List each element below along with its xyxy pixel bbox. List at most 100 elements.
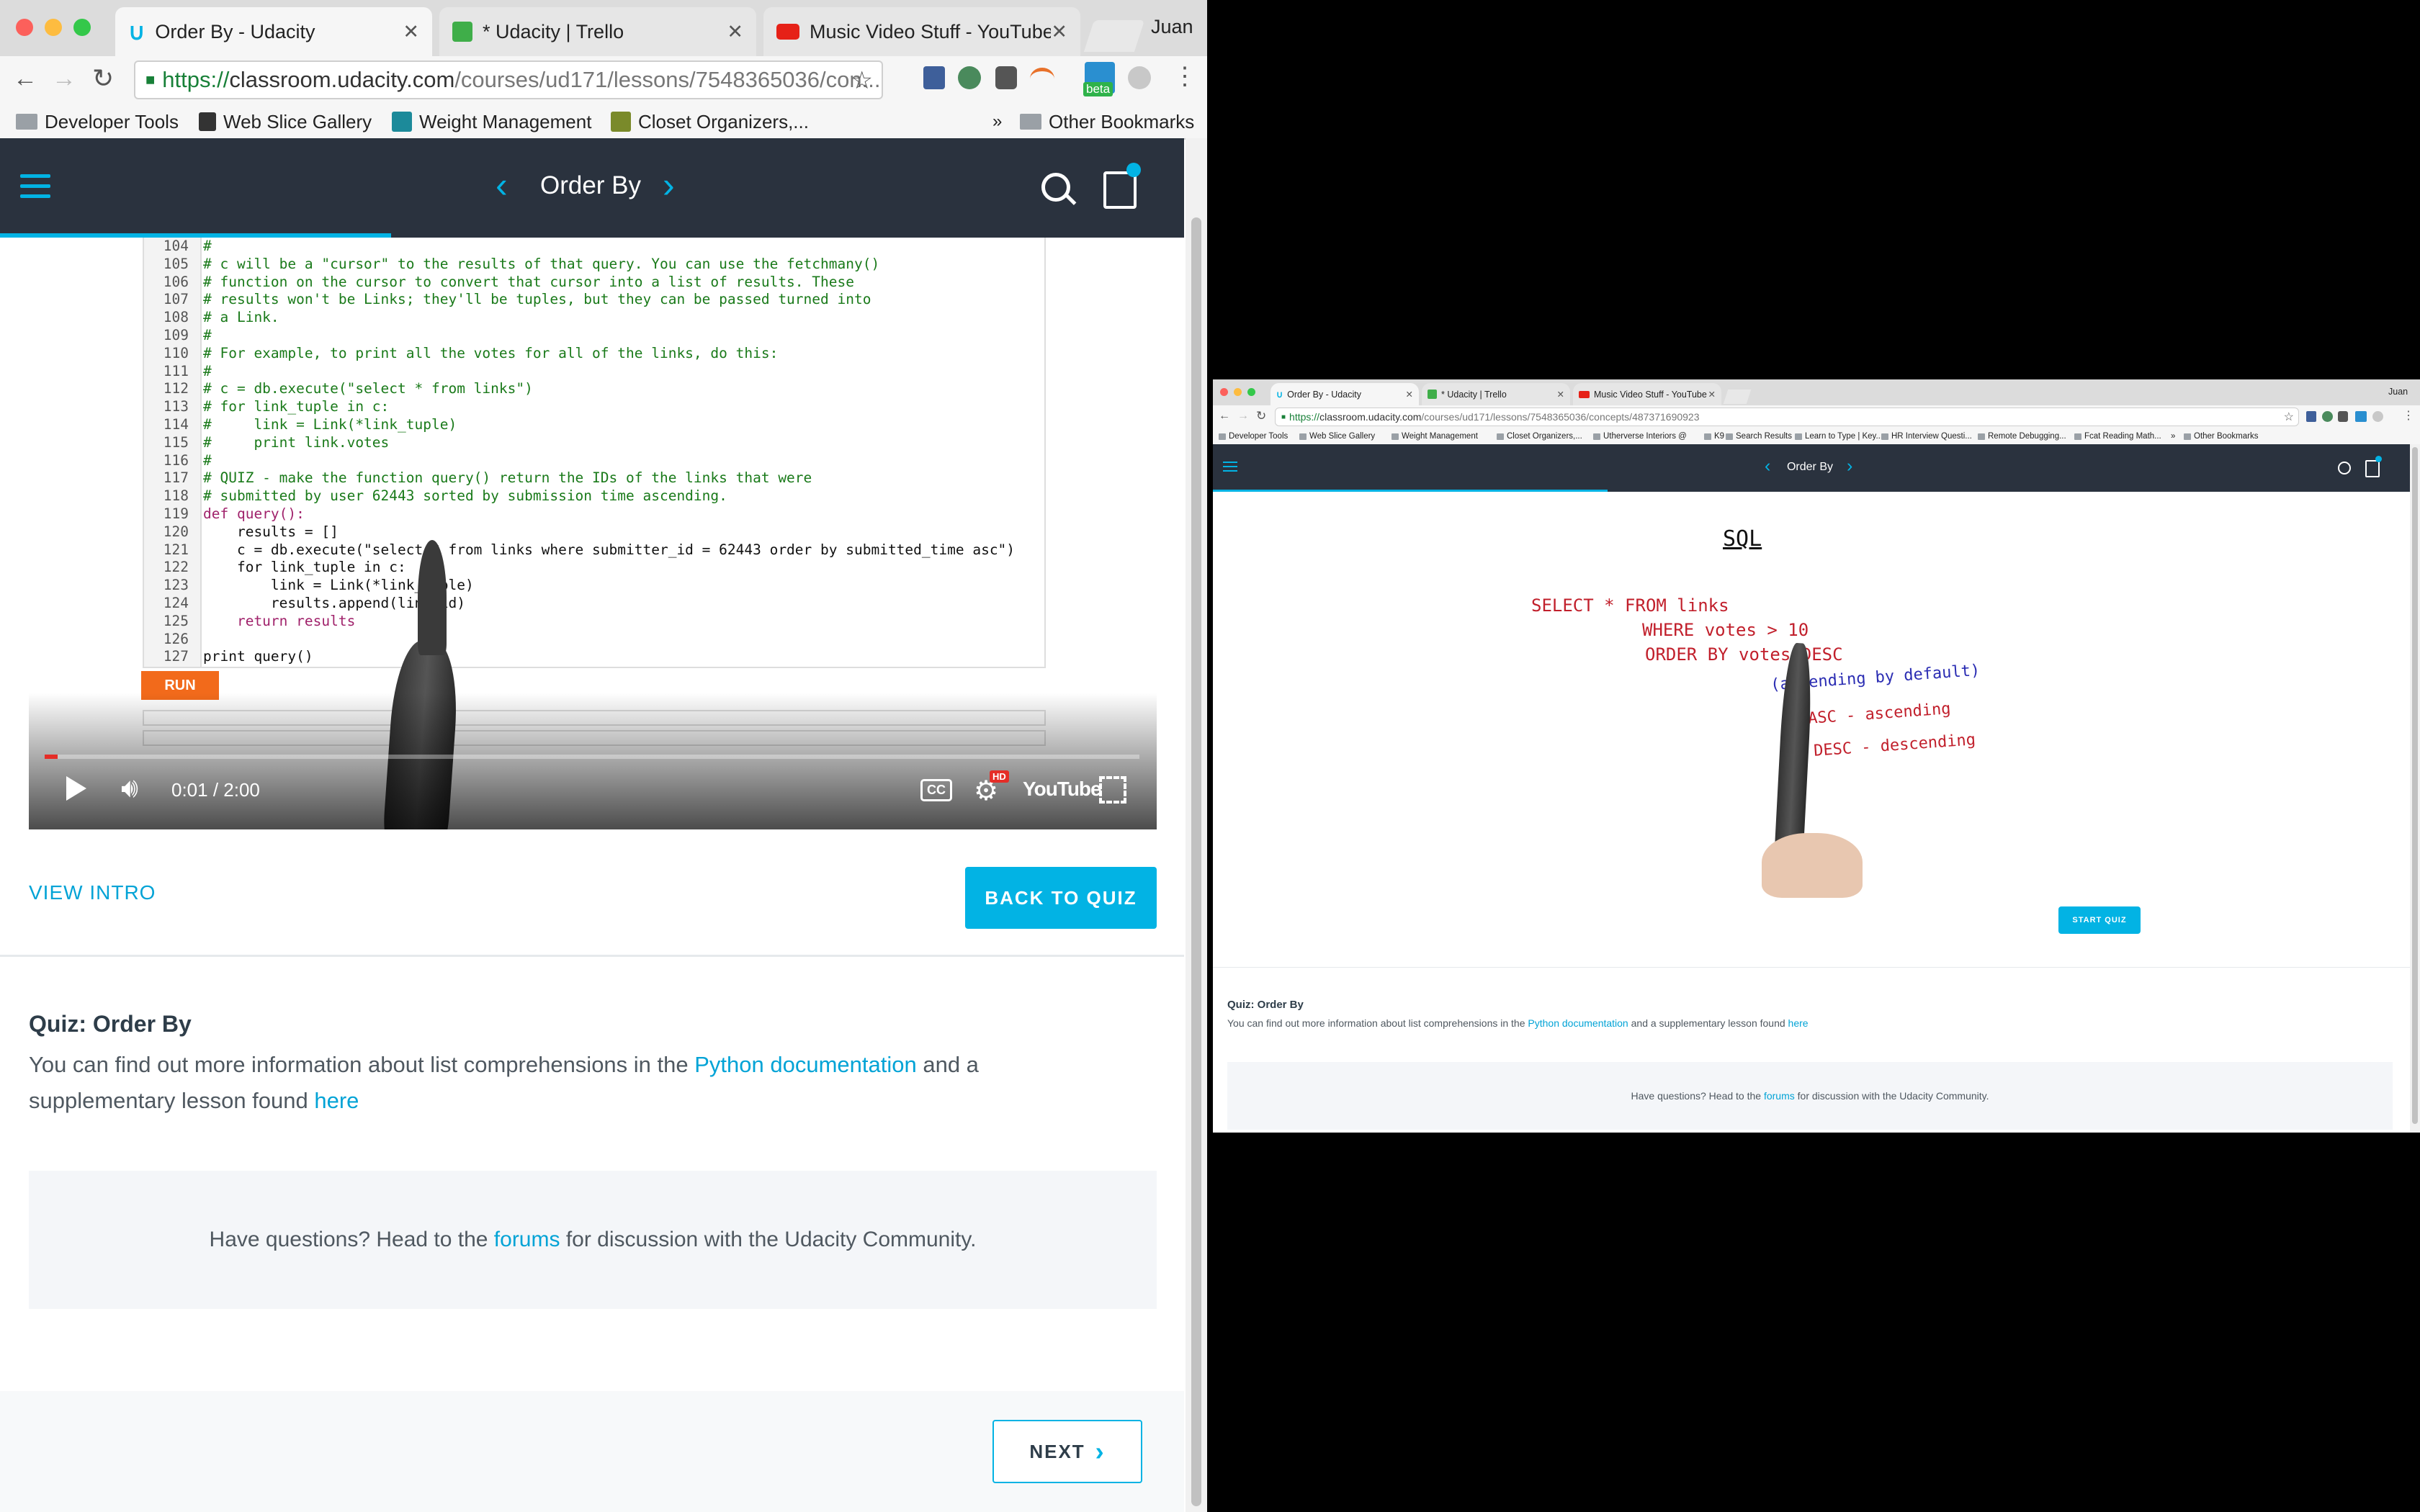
new-tab-button[interactable]: [1083, 20, 1145, 52]
menu-dots-icon[interactable]: ⋮: [2403, 408, 2414, 423]
profile-name[interactable]: Juan: [1151, 16, 1193, 38]
minimize-window-button[interactable]: [1234, 388, 1242, 396]
extension-icon-1[interactable]: [2306, 411, 2316, 422]
reload-button[interactable]: ↻: [92, 63, 114, 94]
next-button[interactable]: NEXT ›: [992, 1420, 1142, 1483]
bookmark-item[interactable]: Closet Organizers,...: [1497, 432, 1582, 441]
start-quiz-button[interactable]: START QUIZ: [2058, 906, 2141, 934]
tab-youtube[interactable]: Music Video Stuff - YouTube ✕: [763, 7, 1080, 56]
play-icon[interactable]: [66, 776, 86, 801]
next-concept-chevron-icon[interactable]: ›: [663, 164, 675, 206]
page-scrollbar[interactable]: [1186, 138, 1207, 1512]
maximize-window-button[interactable]: [1247, 388, 1255, 396]
close-tab-icon[interactable]: ✕: [727, 21, 743, 43]
fullscreen-icon[interactable]: [1099, 776, 1126, 804]
bookmark-item[interactable]: Developer Tools: [1219, 432, 1288, 441]
tab-udacity[interactable]: ∪ Order By - Udacity ✕: [1270, 383, 1419, 405]
profile-name[interactable]: Juan: [2388, 387, 2408, 397]
close-tab-icon[interactable]: ✕: [1557, 389, 1564, 400]
bookmark-item[interactable]: Web Slice Gallery: [1299, 432, 1375, 441]
extension-icon-3[interactable]: [2338, 411, 2348, 422]
back-button[interactable]: ←: [13, 65, 37, 93]
forums-link[interactable]: forums: [494, 1228, 560, 1251]
address-bar[interactable]: ■ https:// classroom.udacity.com /course…: [1275, 408, 2299, 426]
line-number: 119: [163, 505, 189, 522]
next-label: NEXT: [1029, 1440, 1085, 1462]
bookmarks-overflow-chevron[interactable]: »: [992, 112, 1002, 132]
bookmark-item[interactable]: Weight Management: [1392, 432, 1478, 441]
close-tab-icon[interactable]: ✕: [1708, 389, 1716, 400]
menu-dots-icon[interactable]: ⋮: [1173, 62, 1197, 91]
extension-icon-1[interactable]: [923, 66, 945, 89]
supplementary-lesson-link[interactable]: here: [314, 1088, 359, 1113]
volume-icon[interactable]: 🔊︎: [121, 773, 138, 804]
line-text: # c = db.execute("select * from links"): [203, 380, 533, 397]
scrollbar-thumb[interactable]: [1191, 217, 1201, 1506]
maximize-window-button[interactable]: [73, 19, 91, 36]
search-icon[interactable]: [2338, 462, 2351, 474]
close-tab-icon[interactable]: ✕: [1051, 21, 1067, 43]
resources-icon[interactable]: [2365, 460, 2380, 477]
bookmark-item[interactable]: Other Bookmarks: [2184, 432, 2258, 441]
bookmark-weight-management[interactable]: Weight Management: [392, 111, 591, 133]
new-tab-button[interactable]: [1723, 390, 1752, 404]
extension-icon-4[interactable]: [1030, 68, 1054, 90]
address-bar[interactable]: ■ https:// classroom.udacity.com /course…: [134, 60, 883, 99]
tab-youtube[interactable]: Music Video Stuff - YouTube ✕: [1573, 383, 1721, 405]
bookmark-item[interactable]: Remote Debugging...: [1978, 432, 2066, 441]
view-intro-link[interactable]: VIEW INTRO: [29, 881, 156, 904]
code-line: 123 link = Link(*link_tuple): [148, 577, 1015, 595]
forward-button[interactable]: →: [1237, 410, 1249, 423]
bookmark-item[interactable]: HR Interview Questi...: [1881, 432, 1972, 441]
extension-icon-5[interactable]: [1128, 66, 1151, 89]
tab-trello[interactable]: * Udacity | Trello ✕: [439, 7, 756, 56]
bookmark-developer-tools[interactable]: Developer Tools: [16, 111, 179, 133]
forums-link[interactable]: forums: [1764, 1090, 1795, 1102]
close-tab-icon[interactable]: ✕: [1406, 389, 1413, 400]
back-to-quiz-button[interactable]: BACK TO QUIZ: [965, 867, 1157, 929]
tab-trello[interactable]: * Udacity | Trello ✕: [1422, 383, 1570, 405]
close-window-button[interactable]: [1220, 388, 1228, 396]
scrollbar-thumb[interactable]: [2412, 447, 2418, 1124]
video-player[interactable]: 104 #105 # c will be a "cursor" to the res…: [29, 238, 1157, 829]
bookmark-closet-organizers[interactable]: Closet Organizers,...: [611, 111, 809, 133]
video-timeline[interactable]: [45, 755, 1139, 759]
hamburger-menu-icon[interactable]: [20, 174, 50, 198]
extension-icon-beta[interactable]: [2355, 411, 2367, 422]
bookmark-web-slice-gallery[interactable]: Web Slice Gallery: [199, 111, 372, 133]
extension-icon-2[interactable]: [958, 66, 981, 89]
forward-button[interactable]: →: [52, 65, 76, 93]
search-icon[interactable]: [1041, 173, 1077, 205]
reload-button[interactable]: ↻: [1256, 409, 1266, 423]
youtube-logo[interactable]: YouTube: [1023, 778, 1102, 801]
python-documentation-link[interactable]: Python documentation: [694, 1052, 917, 1077]
previous-concept-chevron-icon[interactable]: ‹: [1765, 456, 1770, 477]
back-button[interactable]: ←: [1219, 410, 1230, 423]
extension-icon-5[interactable]: [2372, 411, 2383, 422]
supplementary-lesson-link[interactable]: here: [1788, 1017, 1809, 1029]
minimize-window-button[interactable]: [45, 19, 62, 36]
previous-concept-chevron-icon[interactable]: ‹: [496, 164, 508, 206]
page-scrollbar[interactable]: [2410, 444, 2420, 1133]
extension-icon-2[interactable]: [2322, 411, 2333, 422]
video-whiteboard[interactable]: SQL SELECT * FROM links WHERE votes > 10…: [1482, 516, 2141, 898]
bookmark-item[interactable]: Search Results: [1726, 432, 1792, 441]
python-documentation-link[interactable]: Python documentation: [1528, 1017, 1628, 1029]
tab-udacity[interactable]: ∪ Order By - Udacity ✕: [115, 7, 432, 56]
hamburger-menu-icon[interactable]: [1223, 462, 1237, 472]
close-window-button[interactable]: [16, 19, 33, 36]
bookmark-item[interactable]: »: [2171, 432, 2175, 441]
bookmark-star-icon[interactable]: ☆: [851, 66, 873, 95]
bookmark-star-icon[interactable]: ☆: [2284, 410, 2294, 424]
udacity-icon: ∪: [128, 19, 145, 45]
bookmark-item[interactable]: Fcat Reading Math...: [2074, 432, 2161, 441]
close-tab-icon[interactable]: ✕: [403, 21, 419, 43]
extension-icon-3[interactable]: [995, 66, 1017, 89]
next-concept-chevron-icon[interactable]: ›: [1847, 456, 1852, 477]
bookmark-item[interactable]: Learn to Type | Key...: [1795, 432, 1883, 441]
captions-button[interactable]: CC: [920, 779, 952, 801]
bookmark-item[interactable]: K9: [1704, 432, 1724, 441]
bookmark-item[interactable]: Utherverse Interiors @: [1593, 432, 1687, 441]
bookmark-other-bookmarks[interactable]: Other Bookmarks: [1020, 111, 1194, 133]
extension-icon-beta[interactable]: beta: [1083, 62, 1115, 96]
